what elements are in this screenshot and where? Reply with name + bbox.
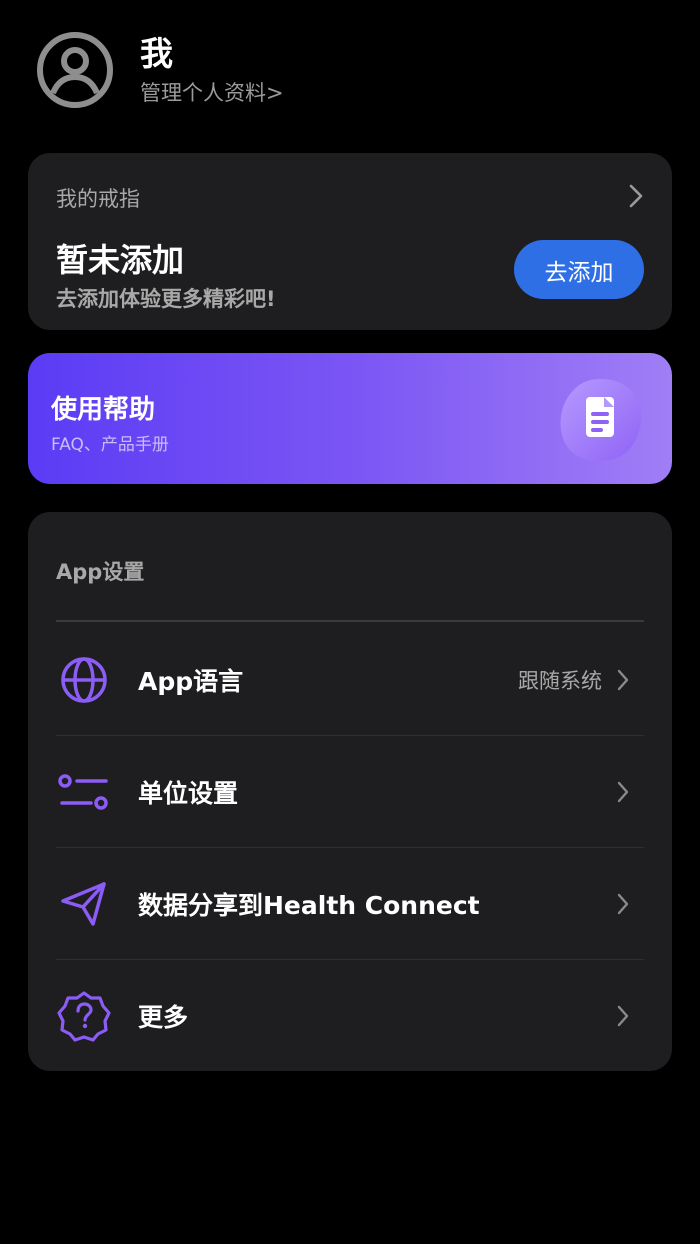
ring-hint: 去添加体验更多精彩吧! <box>56 287 276 311</box>
help-subtitle: FAQ、产品手册 <box>51 435 169 455</box>
manage-profile-link[interactable]: 管理个人资料> <box>140 79 284 107</box>
settings-item-health-connect[interactable]: 数据分享到Health Connect <box>56 848 644 960</box>
add-ring-button[interactable]: 去添加 <box>514 240 644 299</box>
send-icon <box>61 882 106 926</box>
chevron-right-icon <box>617 1005 629 1027</box>
settings-section-title: App设置 <box>56 560 145 584</box>
profile-name: 我 <box>140 34 173 73</box>
globe-icon <box>61 657 107 703</box>
help-badge-icon <box>57 991 111 1042</box>
settings-item-app-language[interactable]: App语言 跟随系统 <box>56 624 644 736</box>
settings-item-more[interactable]: 更多 <box>56 960 644 1072</box>
chevron-right-icon <box>617 669 629 691</box>
settings-item-label: 单位设置 <box>138 779 239 808</box>
profile-page: 我 管理个人资料> 我的戒指 暂未添加 去添加体验更多精彩吧! 去添加 使用帮助… <box>0 0 700 1244</box>
divider <box>56 620 644 622</box>
help-title: 使用帮助 <box>51 395 156 425</box>
chevron-right-icon <box>617 893 629 915</box>
settings-item-units[interactable]: 单位设置 <box>56 736 644 848</box>
ring-card-title: 我的戒指 <box>56 187 140 211</box>
settings-item-value: 跟随系统 <box>518 669 602 693</box>
settings-item-label: App语言 <box>138 667 244 696</box>
chevron-right-icon <box>629 184 643 208</box>
sliders-icon <box>58 774 108 810</box>
ring-status: 暂未添加 <box>56 241 185 279</box>
avatar-icon <box>37 32 113 108</box>
document-icon <box>560 379 642 461</box>
help-card[interactable]: 使用帮助 FAQ、产品手册 <box>28 353 672 484</box>
settings-item-label: 更多 <box>138 1003 189 1032</box>
app-settings-card: App设置 App语言 跟随系统 单位设置 数据分享到Health Connec… <box>28 512 672 1071</box>
chevron-right-icon <box>617 781 629 803</box>
settings-item-label: 数据分享到Health Connect <box>138 891 480 920</box>
my-ring-card[interactable]: 我的戒指 暂未添加 去添加体验更多精彩吧! 去添加 <box>28 153 672 330</box>
profile-header[interactable]: 我 管理个人资料> <box>36 30 284 110</box>
profile-text: 我 管理个人资料> <box>140 33 284 107</box>
